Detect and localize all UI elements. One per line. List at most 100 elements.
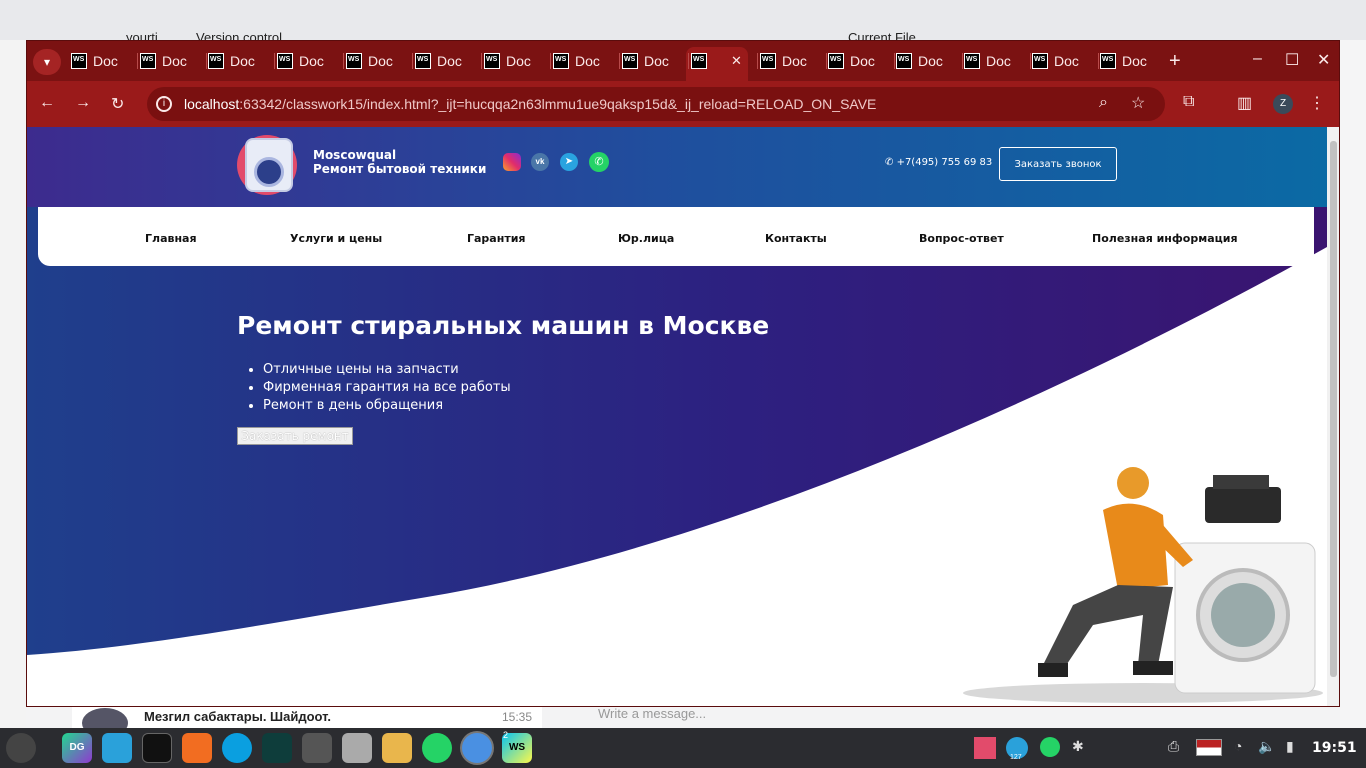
tab-separator xyxy=(274,53,275,69)
whatsapp-icon[interactable]: ✆ xyxy=(589,152,609,172)
webstorm-tab-icon: WS xyxy=(622,53,638,69)
keyboard-layout-flag-icon[interactable] xyxy=(1196,739,1222,756)
tab-separator xyxy=(206,53,207,69)
brand[interactable]: Moscowqual Ремонт бытовой техники xyxy=(313,148,486,176)
side-panel-icon[interactable]: ▥ xyxy=(1237,93,1252,113)
repairman-image xyxy=(963,467,1323,703)
tab-label: Doc xyxy=(644,53,669,69)
url-text[interactable]: localhost:63342/classwork15/index.html?_… xyxy=(184,96,876,112)
nav-item[interactable]: Юр.лица xyxy=(618,232,674,245)
telegram-taskbar-icon[interactable] xyxy=(102,733,132,763)
phone-number: +7(495) 755 69 83 xyxy=(896,157,993,168)
site-info-icon[interactable]: i xyxy=(156,96,172,112)
webstorm-tab-icon: WS xyxy=(208,53,224,69)
tab[interactable]: WS Doc xyxy=(760,50,822,72)
tab-separator xyxy=(481,53,482,69)
scroll-thumb[interactable] xyxy=(1330,141,1337,677)
terminal-icon[interactable] xyxy=(142,733,172,763)
minimize-button[interactable]: – xyxy=(1253,50,1262,68)
tab[interactable]: WS Doc xyxy=(484,50,546,72)
tab-strip: ▾ WS Doc WS Doc WS Doc WS Doc WS Doc WS Doc WS Doc WS D… xyxy=(27,41,1339,81)
message-input[interactable]: Write a message... xyxy=(598,706,706,721)
vk-icon[interactable]: vk xyxy=(531,153,549,171)
nav-item[interactable]: Полезная информация xyxy=(1092,232,1238,245)
telegram-icon[interactable]: ➤ xyxy=(560,153,578,171)
tab-separator xyxy=(412,53,413,69)
nav-item[interactable]: Главная xyxy=(145,232,197,245)
tab-search-button[interactable]: ▾ xyxy=(33,49,61,75)
extensions-icon[interactable]: ⧉ xyxy=(1183,93,1194,111)
datagrip-icon[interactable]: DG xyxy=(62,733,92,763)
menu-icon[interactable]: ⋮ xyxy=(1309,93,1325,113)
tab[interactable]: WS Doc xyxy=(415,50,477,72)
order-button[interactable]: Заказать ремонт xyxy=(237,427,353,445)
hero-title: Ремонт стиральных машин в Москве xyxy=(237,311,770,340)
tab[interactable]: WS Doc xyxy=(277,50,339,72)
reload-icon[interactable]: ↻ xyxy=(111,94,124,114)
tab-label: Doc xyxy=(299,53,324,69)
volume-icon[interactable]: 🔈 xyxy=(1258,738,1275,755)
webstorm-tab-icon: WS xyxy=(415,53,431,69)
printer-icon[interactable]: ⎙ xyxy=(1168,738,1179,755)
clock[interactable]: 19:51 xyxy=(1312,740,1357,756)
hero-points: Отличные цены на запчасти Фирменная гара… xyxy=(263,361,511,415)
whatsapp-taskbar-icon[interactable] xyxy=(422,733,452,763)
bookmark-star-icon[interactable]: ☆ xyxy=(1131,93,1145,113)
tab[interactable]: WS Doc xyxy=(140,50,202,72)
mint-menu-icon[interactable] xyxy=(6,733,36,763)
chat-preview[interactable]: Мезгил сабактары. Шайдоот. 15:35 xyxy=(72,706,542,738)
battery-icon[interactable]: ▮ xyxy=(1286,738,1294,755)
logo-icon[interactable] xyxy=(237,135,297,195)
tab[interactable]: WS Doc xyxy=(622,50,684,72)
page-scrollbar[interactable] xyxy=(1327,127,1339,706)
nav-item[interactable]: Вопрос-ответ xyxy=(919,232,1004,245)
chrome-taskbar-icon[interactable] xyxy=(462,733,492,763)
webstorm-tab-icon: WS xyxy=(484,53,500,69)
tab[interactable]: WS Doc xyxy=(896,50,958,72)
tray-whatsapp-icon[interactable] xyxy=(1040,737,1060,757)
back-icon[interactable]: ← xyxy=(39,94,55,112)
maximize-button[interactable]: ☐ xyxy=(1285,50,1299,70)
profile-avatar[interactable]: Z xyxy=(1273,94,1293,114)
tab-label: Doc xyxy=(437,53,462,69)
tab-separator xyxy=(619,53,620,69)
nav-item[interactable]: Услуги и цены xyxy=(290,232,382,245)
tab[interactable]: WS Doc xyxy=(828,50,890,72)
brand-name: Moscowqual xyxy=(313,148,397,162)
apps-icon[interactable] xyxy=(342,733,372,763)
wifi-icon[interactable]: ◔ xyxy=(1234,738,1242,754)
close-window-button[interactable]: ✕ xyxy=(1317,50,1330,70)
taskbar: DG WS 2 127 ✱ ⎙ ◔ 🔈 ▮ 19:51 xyxy=(0,728,1366,768)
editor-icon[interactable] xyxy=(182,733,212,763)
tab-active[interactable]: WS ✕ xyxy=(691,50,753,72)
phone[interactable]: ✆ +7(495) 755 69 83 xyxy=(885,157,992,168)
tab[interactable]: WS Doc xyxy=(1032,50,1094,72)
tab[interactable]: WS Doc xyxy=(964,50,1026,72)
new-tab-button[interactable]: + xyxy=(1169,50,1181,73)
tray-jetbrains-icon[interactable] xyxy=(974,737,996,759)
tab[interactable]: WS Doc xyxy=(1100,50,1162,72)
tab-label: Doc xyxy=(918,53,943,69)
pycharm-icon[interactable] xyxy=(262,733,292,763)
tab-separator xyxy=(550,53,551,69)
close-tab-icon[interactable]: ✕ xyxy=(731,53,742,69)
tab-separator xyxy=(757,53,758,69)
calculator-icon[interactable] xyxy=(302,733,332,763)
zoom-icon[interactable]: ⌕ xyxy=(1099,94,1108,112)
hero-point: Ремонт в день обращения xyxy=(263,397,511,415)
bluetooth-icon[interactable]: ✱ xyxy=(1072,738,1084,755)
tab-label: Doc xyxy=(230,53,255,69)
forward-icon[interactable]: → xyxy=(75,94,91,112)
call-button[interactable]: Заказать звонок xyxy=(999,147,1117,181)
nav-item[interactable]: Гарантия xyxy=(467,232,525,245)
files-icon[interactable] xyxy=(382,733,412,763)
tab[interactable]: WS Doc xyxy=(208,50,270,72)
instagram-icon[interactable] xyxy=(503,153,521,171)
tab[interactable]: WS Doc xyxy=(71,50,133,72)
nav-item[interactable]: Контакты xyxy=(765,232,827,245)
tab[interactable]: WS Doc xyxy=(553,50,615,72)
phone-icon: ✆ xyxy=(885,157,897,168)
skype-icon[interactable] xyxy=(222,733,252,763)
webstorm-tab-icon: WS xyxy=(140,53,156,69)
tab[interactable]: WS Doc xyxy=(346,50,408,72)
